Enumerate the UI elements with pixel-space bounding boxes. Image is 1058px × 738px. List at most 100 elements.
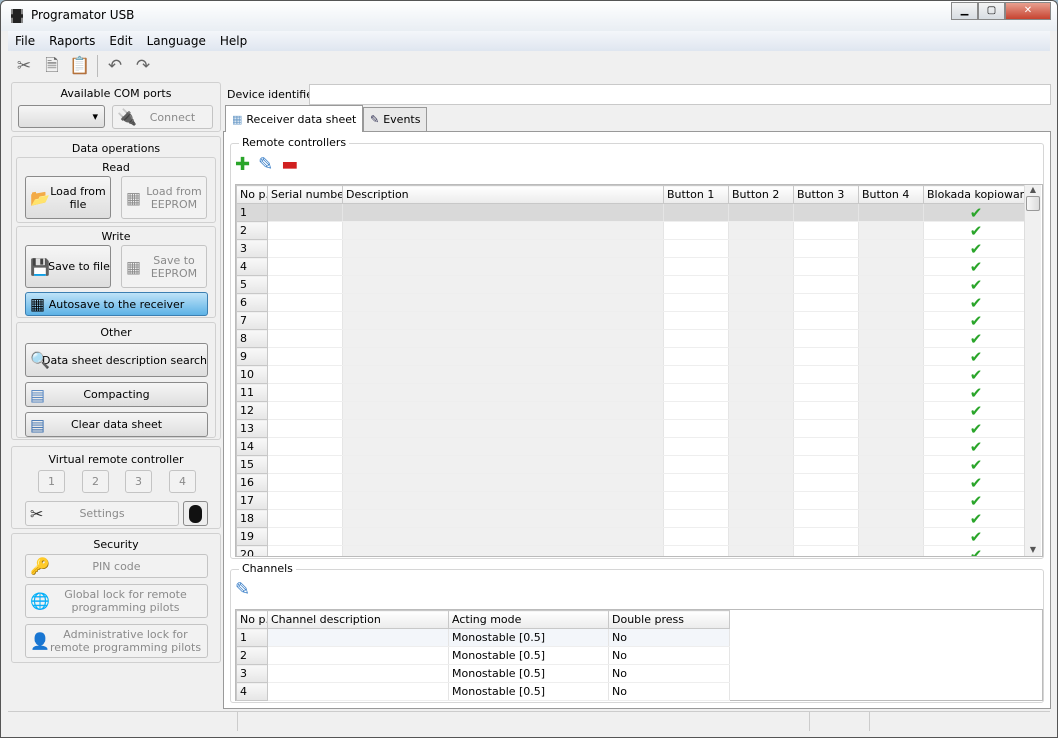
button-4-cell[interactable] [858, 293, 924, 312]
button-3-cell[interactable] [793, 473, 859, 492]
save-to-file-button[interactable]: 💾 Save to file [25, 245, 111, 288]
button-2-cell[interactable] [728, 419, 794, 438]
column-header[interactable]: Serial number [267, 185, 343, 204]
description-cell[interactable] [342, 545, 664, 556]
button-4-cell[interactable] [858, 419, 924, 438]
button-3-cell[interactable] [793, 383, 859, 402]
acting-mode-cell[interactable]: Monostable [0.5] [448, 646, 609, 665]
table-row[interactable]: 17 ✔ [236, 491, 1026, 510]
button-1-cell[interactable] [663, 437, 729, 456]
table-row[interactable]: 7 ✔ [236, 311, 1026, 330]
button-1-cell[interactable] [663, 401, 729, 420]
button-4-cell[interactable] [858, 491, 924, 510]
menu-raports[interactable]: Raports [42, 31, 102, 51]
settings-button[interactable]: ✂ Settings [25, 501, 179, 526]
table-row[interactable]: 2 ✔ [236, 221, 1026, 240]
button-3-cell[interactable] [793, 311, 859, 330]
description-cell[interactable] [342, 221, 664, 240]
button-1-cell[interactable] [663, 455, 729, 474]
button-2-cell[interactable] [728, 365, 794, 384]
button-2-cell[interactable] [728, 401, 794, 420]
virtual-button-4[interactable]: 4 [169, 470, 196, 493]
column-header[interactable]: Blokada kopiowania [923, 185, 1026, 204]
button-3-cell[interactable] [793, 257, 859, 276]
cut-icon[interactable]: ✂ [13, 55, 35, 77]
table-row[interactable]: 16 ✔ [236, 473, 1026, 492]
copy-lock-cell[interactable]: ✔ [923, 419, 1026, 438]
button-4-cell[interactable] [858, 239, 924, 258]
button-3-cell[interactable] [793, 437, 859, 456]
button-2-cell[interactable] [728, 509, 794, 528]
button-4-cell[interactable] [858, 527, 924, 546]
copy-lock-cell[interactable]: ✔ [923, 365, 1026, 384]
table-row[interactable]: 3 ✔ [236, 239, 1026, 258]
description-cell[interactable] [342, 329, 664, 348]
button-1-cell[interactable] [663, 275, 729, 294]
clear-data-sheet-button[interactable]: ▤ Clear data sheet [25, 412, 208, 437]
button-3-cell[interactable] [793, 365, 859, 384]
description-cell[interactable] [342, 527, 664, 546]
description-cell[interactable] [342, 203, 664, 222]
description-cell[interactable] [342, 491, 664, 510]
button-1-cell[interactable] [663, 419, 729, 438]
button-4-cell[interactable] [858, 257, 924, 276]
table-row[interactable]: 4 ✔ [236, 257, 1026, 276]
paste-icon[interactable]: 📋 [69, 55, 91, 77]
channel-description-cell[interactable] [267, 628, 449, 647]
serial-number-cell[interactable] [267, 473, 343, 492]
table-row[interactable]: 8 ✔ [236, 329, 1026, 348]
scrollbar-thumb[interactable] [1026, 196, 1040, 211]
copy-lock-cell[interactable]: ✔ [923, 329, 1026, 348]
column-header[interactable]: Button 3 [793, 185, 859, 204]
column-header[interactable]: Button 4 [858, 185, 924, 204]
button-2-cell[interactable] [728, 383, 794, 402]
load-from-file-button[interactable]: 📂 Load from file [25, 176, 111, 219]
double-press-cell[interactable]: No [608, 628, 730, 647]
copy-lock-cell[interactable]: ✔ [923, 293, 1026, 312]
button-4-cell[interactable] [858, 347, 924, 366]
serial-number-cell[interactable] [267, 491, 343, 510]
button-4-cell[interactable] [858, 311, 924, 330]
button-4-cell[interactable] [858, 455, 924, 474]
description-cell[interactable] [342, 365, 664, 384]
button-2-cell[interactable] [728, 473, 794, 492]
menu-help[interactable]: Help [213, 31, 254, 51]
button-2-cell[interactable] [728, 437, 794, 456]
serial-number-cell[interactable] [267, 329, 343, 348]
button-3-cell[interactable] [793, 329, 859, 348]
description-cell[interactable] [342, 239, 664, 258]
button-2-cell[interactable] [728, 257, 794, 276]
button-3-cell[interactable] [793, 275, 859, 294]
button-3-cell[interactable] [793, 545, 859, 556]
table-row[interactable]: 10 ✔ [236, 365, 1026, 384]
serial-number-cell[interactable] [267, 275, 343, 294]
button-4-cell[interactable] [858, 437, 924, 456]
button-1-cell[interactable] [663, 491, 729, 510]
table-row[interactable]: 6 ✔ [236, 293, 1026, 312]
serial-number-cell[interactable] [267, 203, 343, 222]
pin-code-button[interactable]: 🔑 PIN code [25, 554, 208, 578]
serial-number-cell[interactable] [267, 221, 343, 240]
button-4-cell[interactable] [858, 221, 924, 240]
button-4-cell[interactable] [858, 401, 924, 420]
copy-lock-cell[interactable]: ✔ [923, 311, 1026, 330]
serial-number-cell[interactable] [267, 455, 343, 474]
vertical-scrollbar[interactable]: ▲ ▼ [1024, 185, 1041, 556]
button-2-cell[interactable] [728, 203, 794, 222]
button-1-cell[interactable] [663, 293, 729, 312]
table-row[interactable]: 1 Monostable [0.5] No [236, 628, 730, 647]
copy-lock-cell[interactable]: ✔ [923, 491, 1026, 510]
description-cell[interactable] [342, 311, 664, 330]
double-press-cell[interactable]: No [608, 664, 730, 683]
minimize-button[interactable]: ▁ [951, 2, 978, 20]
button-4-cell[interactable] [858, 275, 924, 294]
channel-description-cell[interactable] [267, 646, 449, 665]
redo-icon[interactable]: ↷ [132, 55, 154, 77]
table-row[interactable]: 1 ✔ [236, 203, 1026, 222]
button-4-cell[interactable] [858, 545, 924, 556]
global-lock-button[interactable]: 🌐 Global lock for remote programming pilo… [25, 584, 208, 618]
autosave-button[interactable]: ▦ Autosave to the receiver [25, 292, 208, 316]
copy-lock-cell[interactable]: ✔ [923, 509, 1026, 528]
com-port-select[interactable]: ▾ [18, 105, 105, 128]
description-cell[interactable] [342, 275, 664, 294]
